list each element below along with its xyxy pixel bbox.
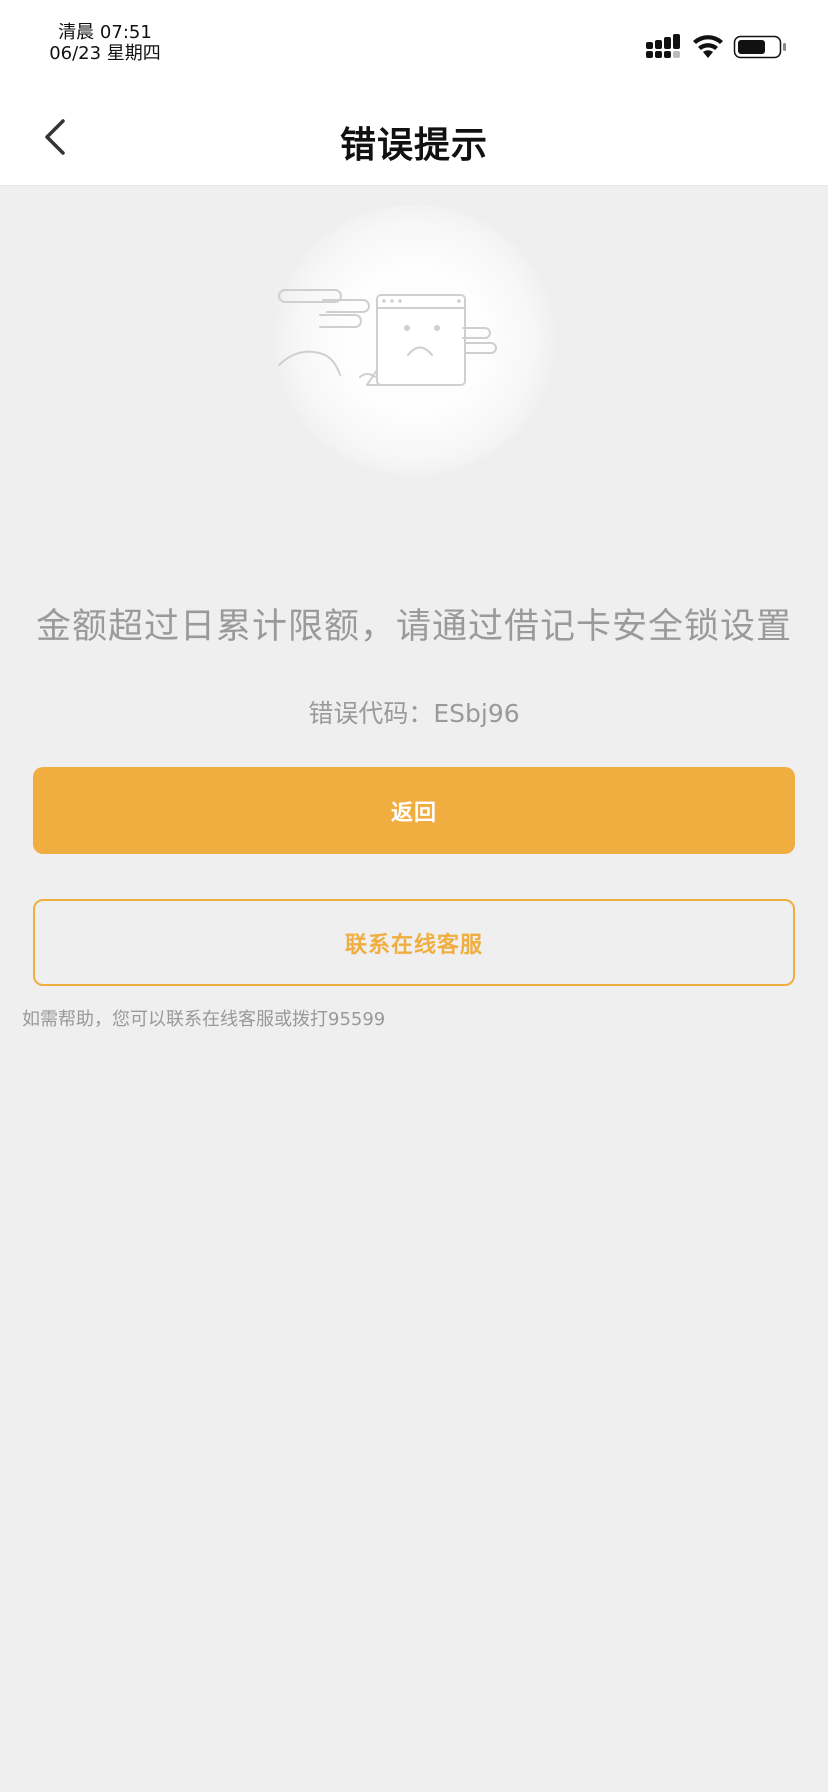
contact-support-button[interactable]: 联系在线客服 [33,899,795,986]
status-bar: 清晨 07:51 06/23 星期四 [0,0,828,92]
error-message: 金额超过日累计限额，请通过借记卡安全锁设置 [35,607,792,647]
wifi-icon [693,35,723,58]
battery-icon [733,35,786,59]
signal-icon [646,34,680,58]
status-date: 06/23 星期四 [49,43,161,64]
back-action-button[interactable]: 返回 [33,767,795,854]
error-code: 错误代码：ESbj96 [308,699,520,728]
back-action-label: 返回 [390,800,437,826]
help-text: 如需帮助，您可以联系在线客服或拨打95599 [22,1009,386,1030]
status-clock: 清晨 07:51 06/23 星期四 [40,22,170,64]
error-illustration [255,205,575,475]
status-time: 清晨 07:51 [58,22,152,43]
contact-support-label: 联系在线客服 [344,932,483,958]
status-icons [646,34,796,64]
sad-window-icon [278,289,497,386]
page-title: 错误提示 [339,125,488,166]
nav-bar: 错误提示 [0,92,828,186]
